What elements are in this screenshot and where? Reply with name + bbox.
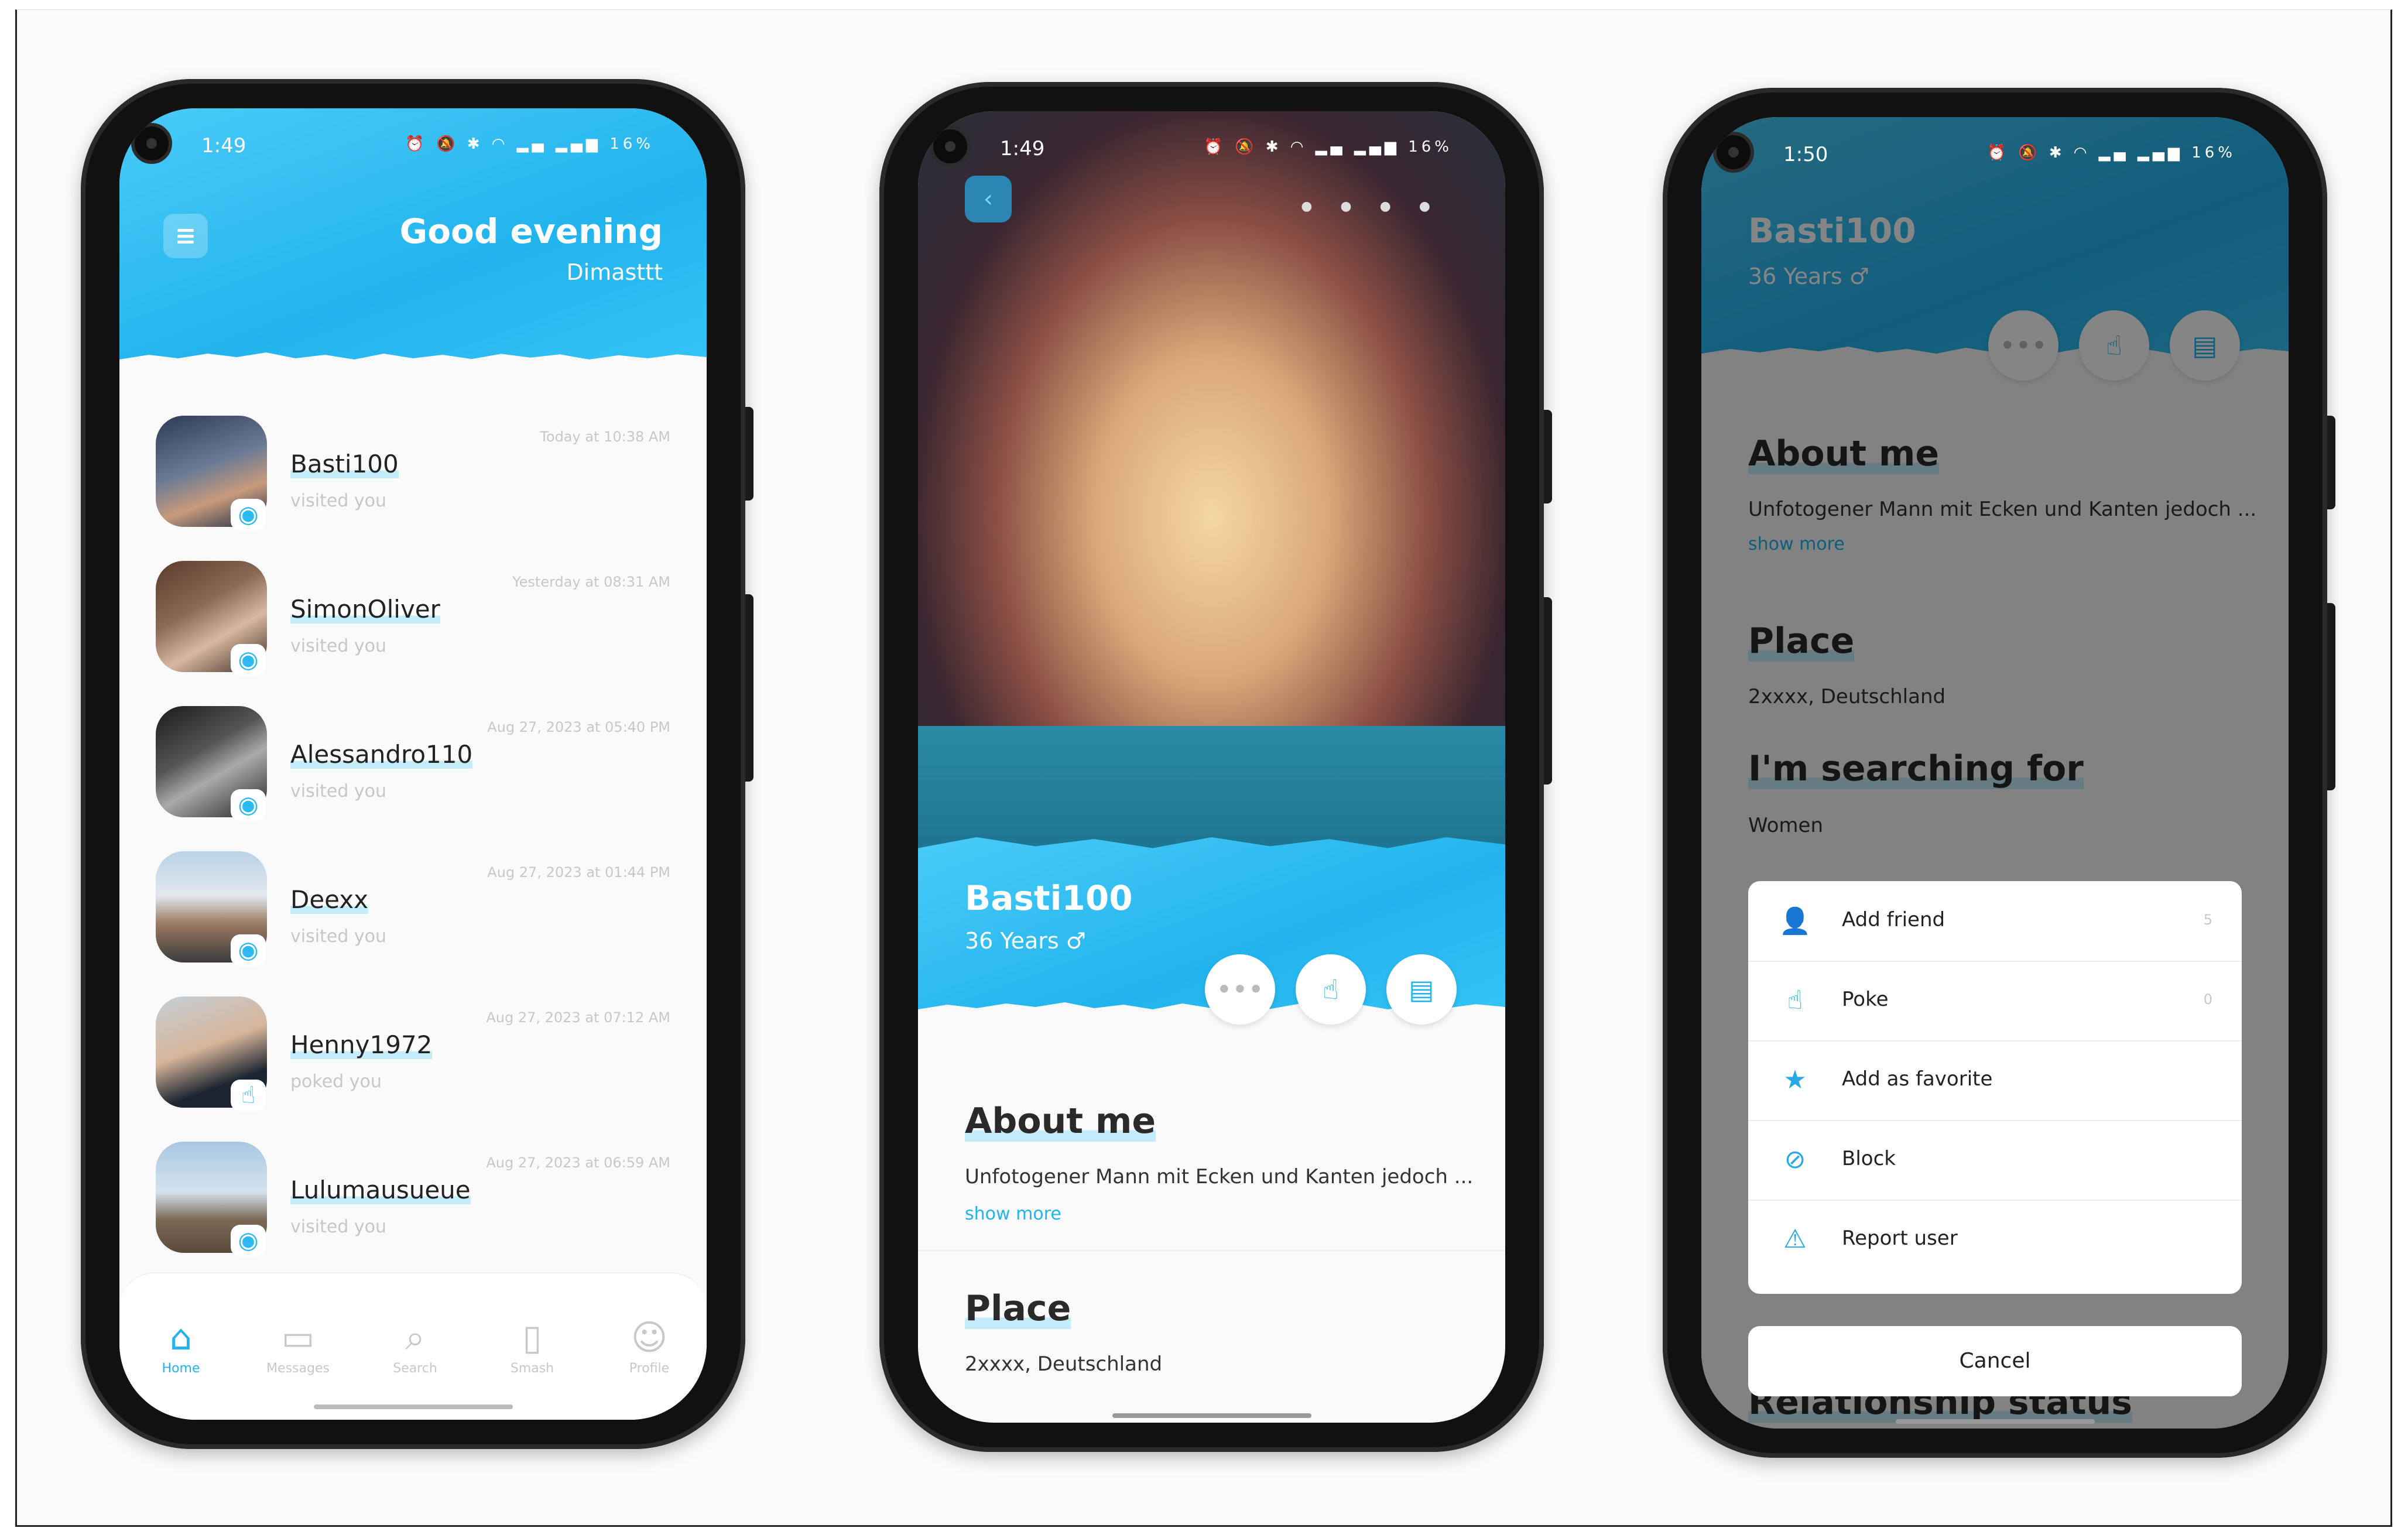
- actions-screen: 1:50 ⏰ 🔕 ✱ ◠ ▂▄ ▂▄▆ 16% Basti100 36 Year…: [1701, 117, 2289, 1429]
- phone-profile: 1:49 ⏰ 🔕 ✱ ◠ ▂▄ ▂▄▆ 16% ‹ ●●●● Basti100 …: [879, 82, 1552, 1452]
- status-icons: ⏰ 🔕 ✱ ◠ ▂▄ ▂▄▆ 16%: [1204, 138, 1453, 156]
- profile-icon: ☺: [631, 1317, 668, 1358]
- greeting: Good evening: [399, 211, 663, 251]
- messages-icon: ▭: [281, 1317, 315, 1358]
- status-icons: ⏰ 🔕 ✱ ◠ ▂▄ ▂▄▆ 16%: [1987, 144, 2236, 162]
- add-friend-icon: 👤: [1779, 906, 1811, 936]
- phone-actions: 1:50 ⏰ 🔕 ✱ ◠ ▂▄ ▂▄▆ 16% Basti100 36 Year…: [1663, 88, 2335, 1458]
- male-icon: ♂: [1066, 928, 1086, 954]
- visitor-name: Henny1972: [290, 1030, 433, 1059]
- poke-item[interactable]: ☝ Poke 0: [1748, 961, 2242, 1042]
- place-title: Place: [965, 1288, 1071, 1329]
- status-time: 1:49: [201, 134, 246, 157]
- visitor-time: Aug 27, 2023 at 05:40 PM: [487, 719, 670, 735]
- search-icon: ⌕: [405, 1317, 425, 1358]
- list-item[interactable]: ◉ SimonOliver visited you Yesterday at 0…: [156, 561, 670, 678]
- visitor-action: visited you: [290, 926, 386, 947]
- item-count: 0: [2203, 991, 2212, 1008]
- nav-smash[interactable]: ▯ Smash: [485, 1314, 579, 1376]
- more-button[interactable]: •••: [1205, 954, 1275, 1025]
- visitor-action: poked you: [290, 1071, 382, 1092]
- item-count: 5: [2203, 912, 2212, 928]
- home-screen: 1:49 ⏰ 🔕 ✱ ◠ ▂▄ ▂▄▆ 16% Good evening Dim…: [119, 108, 707, 1420]
- user-name: Dimasttt: [566, 259, 663, 285]
- message-button[interactable]: ▤: [1386, 954, 1457, 1025]
- show-more-link[interactable]: show more: [965, 1204, 1061, 1224]
- report-item[interactable]: ⚠ Report user: [1748, 1200, 2242, 1279]
- eye-icon: ◉: [231, 934, 266, 966]
- poke-button[interactable]: ☝: [1296, 954, 1366, 1025]
- nav-home[interactable]: ⌂ Home: [134, 1314, 228, 1376]
- visitor-action: visited you: [290, 491, 386, 511]
- status-bar: 1:50 ⏰ 🔕 ✱ ◠ ▂▄ ▂▄▆ 16%: [1701, 138, 2289, 173]
- visitor-name: SimonOliver: [290, 595, 440, 624]
- visitor-name: Alessandro110: [290, 740, 473, 769]
- status-bar: 1:49 ⏰ 🔕 ✱ ◠ ▂▄ ▂▄▆ 16%: [918, 132, 1505, 167]
- status-time: 1:49: [1000, 137, 1045, 160]
- chevron-left-icon: ‹: [984, 186, 993, 213]
- eye-icon: ◉: [231, 499, 266, 530]
- status-bar: 1:49 ⏰ 🔕 ✱ ◠ ▂▄ ▂▄▆ 16%: [119, 129, 707, 165]
- smash-icon: ▯: [522, 1317, 542, 1358]
- nav-messages[interactable]: ▭ Messages: [251, 1314, 345, 1376]
- visitor-name: Lulumausueue: [290, 1176, 471, 1204]
- photo-pager: ●●●●: [1301, 199, 1458, 214]
- menu-button[interactable]: [163, 214, 208, 258]
- visitor-name: Deexx: [290, 885, 368, 914]
- favorite-item[interactable]: ★ Add as favorite: [1748, 1040, 2242, 1121]
- nav-profile[interactable]: ☺ Profile: [602, 1314, 696, 1376]
- profile-screen: 1:49 ⏰ 🔕 ✱ ◠ ▂▄ ▂▄▆ 16% ‹ ●●●● Basti100 …: [918, 111, 1505, 1423]
- poke-icon: ☝: [231, 1080, 266, 1111]
- block-item[interactable]: ⊘ Block: [1748, 1120, 2242, 1201]
- block-icon: ⊘: [1784, 1145, 1806, 1174]
- warning-icon: ⚠: [1783, 1224, 1807, 1254]
- status-time: 1:50: [1783, 143, 1828, 166]
- profile-age: 36 Years ♂: [965, 928, 1086, 954]
- visitor-action: visited you: [290, 781, 386, 801]
- profile-name: Basti100: [965, 878, 1133, 918]
- cancel-button[interactable]: Cancel: [1748, 1326, 2242, 1396]
- list-item[interactable]: ◉ Basti100 visited you Today at 10:38 AM: [156, 416, 670, 533]
- visitor-time: Today at 10:38 AM: [540, 429, 670, 445]
- eye-icon: ◉: [231, 644, 266, 676]
- eye-icon: ◉: [231, 789, 266, 821]
- phone-home: 1:49 ⏰ 🔕 ✱ ◠ ▂▄ ▂▄▆ 16% Good evening Dim…: [81, 79, 753, 1449]
- add-friend-item[interactable]: 👤 Add friend 5: [1748, 881, 2242, 962]
- nav-search[interactable]: ⌕ Search: [368, 1314, 462, 1376]
- visitor-name: Basti100: [290, 450, 399, 478]
- list-item[interactable]: ☝ Henny1972 poked you Aug 27, 2023 at 07…: [156, 996, 670, 1114]
- visitor-time: Aug 27, 2023 at 01:44 PM: [487, 864, 670, 881]
- visitor-action: visited you: [290, 1217, 386, 1237]
- home-icon: ⌂: [169, 1317, 193, 1358]
- about-text: Unfotogener Mann mit Ecken und Kanten je…: [965, 1165, 1474, 1188]
- place-text: 2xxxx, Deutschland: [965, 1352, 1163, 1376]
- list-item[interactable]: ◉ Alessandro110 visited you Aug 27, 2023…: [156, 706, 670, 823]
- about-title: About me: [965, 1101, 1156, 1142]
- list-item[interactable]: ◉ Lulumausueue visited you Aug 27, 2023 …: [156, 1142, 670, 1259]
- status-icons: ⏰ 🔕 ✱ ◠ ▂▄ ▂▄▆ 16%: [405, 135, 654, 153]
- divider: [918, 1250, 1505, 1251]
- visitor-time: Yesterday at 08:31 AM: [512, 574, 670, 590]
- star-icon: ★: [1783, 1065, 1807, 1095]
- visitor-time: Aug 27, 2023 at 07:12 AM: [486, 1009, 670, 1026]
- bottom-nav: ⌂ Home ▭ Messages ⌕ Search ▯ Smash ☺ Pro…: [119, 1272, 707, 1420]
- eye-icon: ◉: [231, 1225, 266, 1256]
- list-item[interactable]: ◉ Deexx visited you Aug 27, 2023 at 01:4…: [156, 851, 670, 968]
- visitor-action: visited you: [290, 636, 386, 656]
- back-button[interactable]: ‹: [965, 176, 1012, 222]
- poke-icon: ☝: [1322, 974, 1339, 1005]
- chat-icon: ▤: [1409, 974, 1434, 1005]
- visitor-time: Aug 27, 2023 at 06:59 AM: [486, 1155, 670, 1171]
- poke-icon: ☝: [1787, 985, 1803, 1015]
- action-sheet: 👤 Add friend 5 ☝ Poke 0 ★ Add as favorit…: [1748, 881, 2242, 1294]
